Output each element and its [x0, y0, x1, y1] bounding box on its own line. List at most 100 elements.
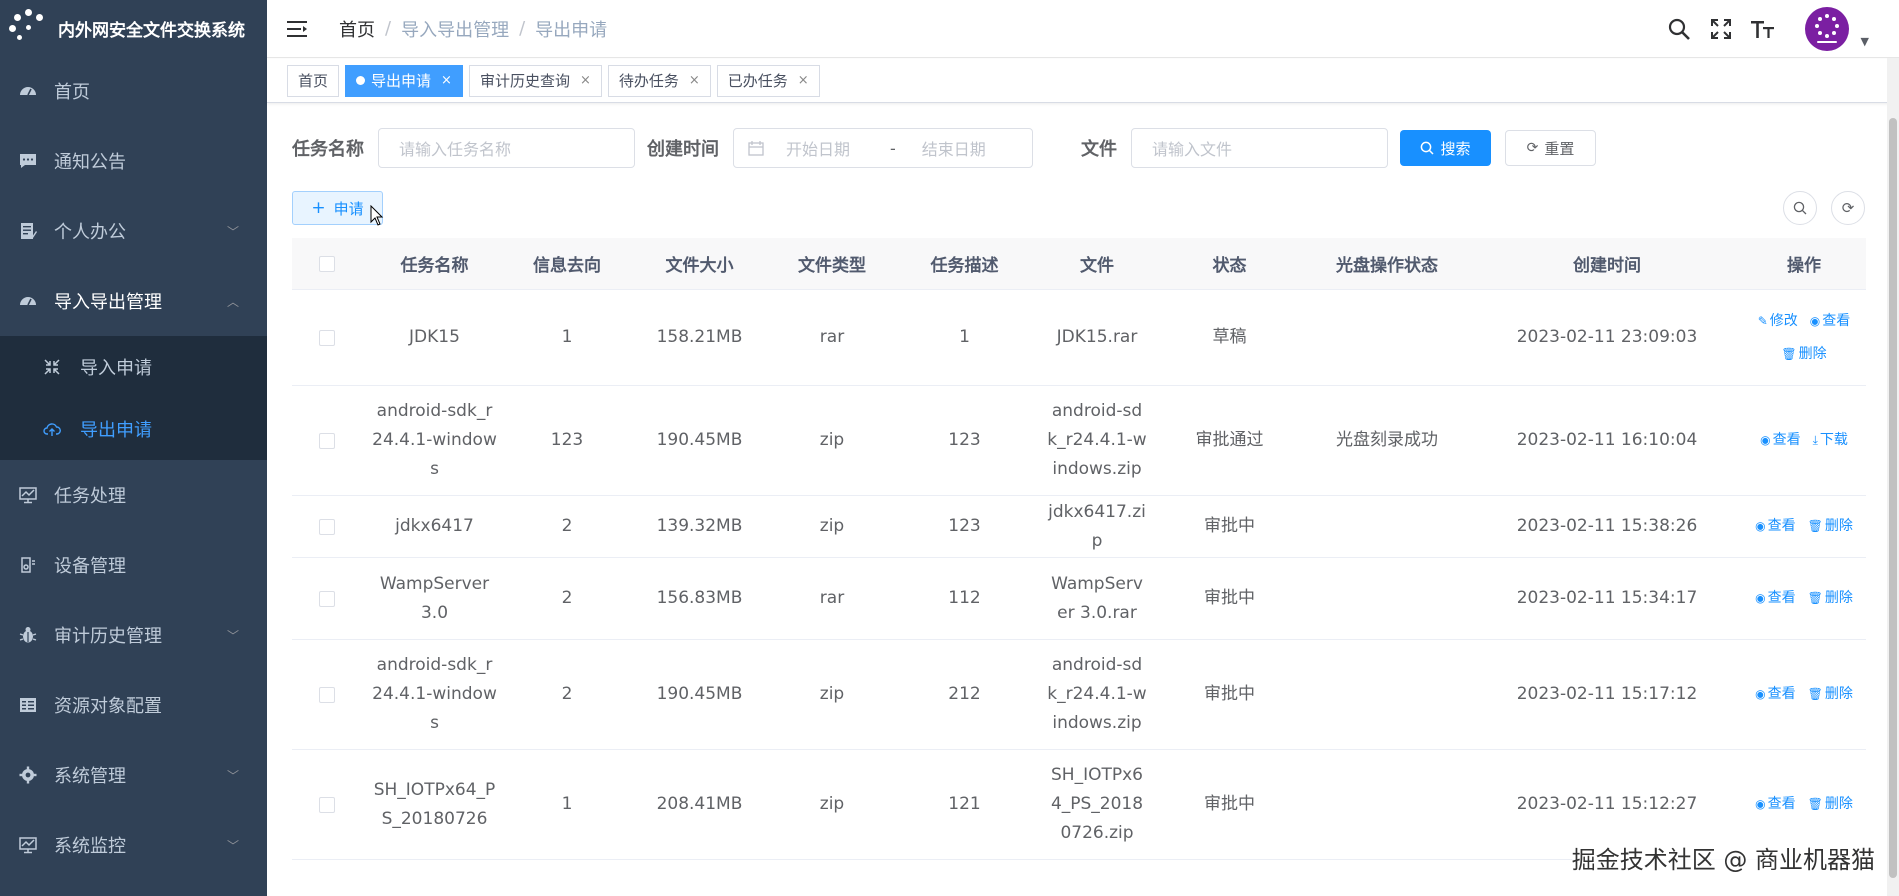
scrollbar-thumb[interactable] [1889, 118, 1897, 878]
tag-4[interactable]: 已办任务 × [716, 64, 820, 97]
task-name-input[interactable]: 请输入任务名称 [378, 128, 635, 168]
tag-3[interactable]: 待办任务 × [607, 64, 711, 97]
reset-button-label: 重置 [1544, 139, 1575, 158]
sidebar-item-6[interactable]: 审计历史管理 ﹀ [0, 600, 267, 670]
fullscreen-icon[interactable] [1709, 17, 1733, 41]
reset-button[interactable]: ⟳ 重置 [1505, 130, 1596, 166]
action-label: 删除 [1824, 590, 1853, 606]
eye-icon: ◉ [1755, 687, 1766, 701]
tag-label: 导出申请 [371, 72, 432, 90]
row-checkbox[interactable] [319, 686, 335, 703]
row-checkbox[interactable] [319, 796, 335, 813]
cell-time: 2023-02-11 23:09:03 [1516, 327, 1698, 347]
end-date-placeholder[interactable]: 结束日期 [922, 136, 986, 160]
sidebar-item-0[interactable]: 首页 [0, 56, 267, 126]
select-all-cell [292, 255, 362, 272]
action-eye-link[interactable]: ◉ 查看 [1760, 426, 1800, 455]
delete-icon: 🗑 [1807, 687, 1823, 701]
action-label: 删除 [1824, 796, 1853, 812]
device-icon [18, 555, 38, 575]
delete-icon: 🗑 [1781, 346, 1797, 361]
action-label: 下载 [1819, 432, 1848, 448]
select-all-checkbox[interactable] [319, 255, 335, 272]
action-label: 查看 [1767, 686, 1796, 702]
row-checkbox[interactable] [319, 329, 335, 346]
cell-name: WampServer 3.0 [379, 573, 490, 623]
table-row[interactable]: android-sdk_r24.4.1-windows 2 190.45MB zip 2… [292, 640, 1866, 750]
breadcrumb-item-home[interactable]: 首页 [339, 16, 375, 42]
table-row[interactable]: JDK15 1 158.21MB rar 1 JDK15.rar 草稿 2023-02-11 … [292, 290, 1866, 386]
action-label: 删除 [1798, 345, 1827, 362]
cell-dest: 2 [561, 588, 573, 608]
chevron-down-icon: ﹀ [226, 768, 239, 783]
close-icon[interactable]: × [798, 73, 809, 88]
action-delete-link[interactable]: 🗑 删除 [1808, 790, 1853, 819]
cell-name: android-sdk_r24.4.1-windows [372, 401, 497, 479]
cell-actions: ◉ 查看 🗑 删除 [1742, 790, 1866, 819]
sidebar-item-8[interactable]: 系统管理 ﹀ [0, 740, 267, 810]
action-edit-link[interactable]: ✎ 修改 [1758, 307, 1798, 336]
action-delete-link[interactable]: 🗑 删除 [1808, 680, 1853, 709]
user-avatar[interactable] [1804, 7, 1849, 51]
dashboard-icon [18, 81, 38, 101]
action-delete-link[interactable]: 🗑 删除 [1808, 584, 1853, 613]
action-eye-link[interactable]: ◉ 查看 [1755, 512, 1795, 541]
sidebar-item-4[interactable]: 任务处理 [0, 460, 267, 530]
action-eye-link[interactable]: ◉ 查看 [1755, 790, 1795, 819]
tag-1[interactable]: 导出申请 × [345, 64, 463, 97]
column-header: 任务名称 [400, 256, 469, 276]
action-label: 修改 [1769, 312, 1798, 329]
action-eye-link[interactable]: ◉ 查看 [1755, 584, 1795, 613]
row-checkbox[interactable] [319, 432, 335, 449]
app-logo-area[interactable]: 内外网安全文件交换系统 [0, 0, 267, 56]
page-scrollbar[interactable] [1887, 58, 1899, 896]
mouse-cursor-icon [370, 205, 384, 226]
row-checkbox[interactable] [319, 518, 335, 535]
search-button[interactable]: 搜索 [1400, 130, 1491, 166]
sidebar-subitem-1[interactable]: 导出申请 [0, 398, 267, 460]
file-input[interactable]: 请输入文件 [1131, 128, 1388, 168]
caret-down-icon[interactable]: ▼ [1861, 35, 1869, 48]
table-row[interactable]: jdkx6417 2 139.32MB zip 123 jdkx6417.zip 审批中 20… [292, 496, 1866, 558]
sidebar-item-9[interactable]: 系统监控 ﹀ [0, 810, 267, 880]
table-row[interactable]: WampServer 3.0 2 156.83MB rar 112 WampServer … [292, 558, 1866, 640]
delete-icon: 🗑 [1807, 591, 1823, 605]
refresh-table-button[interactable]: ⟳ [1831, 191, 1865, 225]
sidebar-item-2[interactable]: 个人办公 ﹀ [0, 196, 267, 266]
font-size-icon[interactable] [1750, 17, 1775, 41]
cell-file: WampServer 3.0.rar [1051, 573, 1143, 623]
sidebar-item-3[interactable]: 导入导出管理 ︿ [0, 266, 267, 336]
action-download-link[interactable]: ⤓ 下载 [1813, 426, 1848, 455]
cell-status: 审批中 [1204, 516, 1255, 536]
column-header: 信息去向 [533, 256, 601, 276]
toggle-search-button[interactable] [1783, 191, 1817, 225]
date-range-picker[interactable]: 开始日期 - 结束日期 [733, 128, 1033, 168]
action-delete-link[interactable]: 🗑 删除 [1808, 512, 1853, 541]
row-checkbox[interactable] [319, 590, 335, 607]
list-icon [18, 695, 38, 715]
sidebar-subitem-0[interactable]: 导入申请 [0, 336, 267, 398]
hamburger-icon[interactable] [287, 19, 309, 39]
close-icon[interactable]: × [441, 73, 452, 88]
action-eye-link[interactable]: ◉ 查看 [1810, 307, 1850, 336]
action-eye-link[interactable]: ◉ 查看 [1755, 680, 1795, 709]
tag-2[interactable]: 审计历史查询 × [468, 64, 602, 97]
close-icon[interactable]: × [580, 73, 591, 88]
sidebar-item-1[interactable]: 通知公告 [0, 126, 267, 196]
search-icon[interactable] [1667, 17, 1691, 41]
created-time-label: 创建时间 [647, 139, 719, 160]
sidebar-item-5[interactable]: 设备管理 [0, 530, 267, 600]
cell-file: android-sdk_r24.4.1-windows.zip [1047, 401, 1147, 479]
cell-size: 158.21MB [656, 327, 743, 347]
close-icon[interactable]: × [689, 73, 700, 88]
table-header: 任务名称 信息去向 文件大小 文件类型 任务描述 文件 状态 光盘操作状态 创建时间 操作 [292, 238, 1866, 290]
active-dot-icon [356, 76, 366, 85]
start-date-placeholder[interactable]: 开始日期 [786, 136, 850, 160]
table-row[interactable]: android-sdk_r24.4.1-windows 123 190.45MB zi… [292, 386, 1866, 496]
sidebar-item-7[interactable]: 资源对象配置 [0, 670, 267, 740]
file-placeholder: 请输入文件 [1152, 140, 1233, 159]
eye-icon: ◉ [1755, 591, 1766, 605]
search-form: 任务名称 请输入任务名称 创建时间 开始日期 - 结束日期 文件 请输入文件 搜… [292, 128, 1596, 168]
action-delete-link[interactable]: 🗑 删除 [1781, 340, 1826, 369]
tag-0[interactable]: 首页 [287, 64, 340, 97]
